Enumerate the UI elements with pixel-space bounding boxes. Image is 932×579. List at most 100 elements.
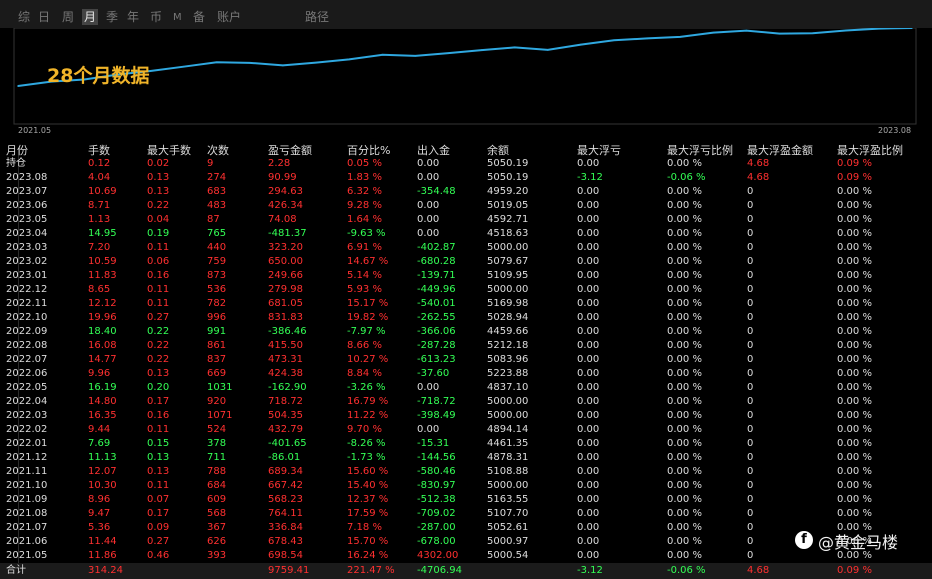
table-row[interactable]: 持仓 0.12 0.02 9 2.28 0.05 % 0.00 5050.19 0.00 0.00… bbox=[0, 157, 932, 171]
cell-pct: -9.63 % bbox=[347, 228, 386, 239]
table-row[interactable]: 2022.06 9.96 0.13 669 424.38 8.84 % -37.60 5223… bbox=[0, 367, 932, 381]
table-row[interactable]: 2022.03 16.35 0.16 1071 504.35 11.22 % -398.49… bbox=[0, 409, 932, 423]
table-row[interactable]: 2021.09 8.96 0.07 609 568.23 12.37 % -512.38 51… bbox=[0, 493, 932, 507]
table-row[interactable]: 2023.07 10.69 0.13 683 294.63 6.32 % -354.48 49… bbox=[0, 185, 932, 199]
cell-lots: 7.20 bbox=[88, 242, 111, 253]
table-row[interactable]: 2023.02 10.59 0.06 759 650.00 14.67 % -680.28 5… bbox=[0, 255, 932, 269]
tab-9[interactable]: 账户 bbox=[217, 9, 241, 25]
table-row[interactable]: 2022.04 14.80 0.17 920 718.72 16.79 % -718.72 5… bbox=[0, 395, 932, 409]
table-row[interactable]: 2023.05 1.13 0.04 87 74.08 1.64 % 0.00 4592.71 0… bbox=[0, 213, 932, 227]
col-header-3[interactable]: 次数 bbox=[207, 142, 229, 158]
cell-balance: 4459.66 bbox=[487, 326, 529, 337]
table-row[interactable]: 2023.04 14.95 0.19 765 -481.37 -9.63 % 0.00 451… bbox=[0, 227, 932, 241]
total-pnl: 9759.41 bbox=[268, 565, 310, 576]
col-header-10[interactable]: 最大浮盈金额 bbox=[747, 142, 813, 158]
cell-flow: -680.28 bbox=[417, 256, 456, 267]
total-max_fp: 4.68 bbox=[747, 565, 770, 576]
table-row[interactable]: 2021.11 12.07 0.13 788 689.34 15.60 % -580.46 5… bbox=[0, 465, 932, 479]
col-header-4[interactable]: 盈亏金额 bbox=[268, 142, 312, 158]
tab-0[interactable]: 综 bbox=[18, 9, 30, 25]
cell-max_dd: 0.00 bbox=[577, 452, 600, 463]
table-row[interactable]: 2022.12 8.65 0.11 536 279.98 5.93 % -449.96 500… bbox=[0, 283, 932, 297]
table-row[interactable]: 2022.09 18.40 0.22 991 -386.46 -7.97 % -366.06… bbox=[0, 325, 932, 339]
table-row[interactable]: 2021.06 11.44 0.27 626 678.43 15.70 % -678.00 5… bbox=[0, 535, 932, 549]
tab-7[interactable]: M bbox=[173, 10, 182, 26]
table-row[interactable]: 2022.10 19.96 0.27 996 831.83 19.82 % -262.55 5… bbox=[0, 311, 932, 325]
cell-month: 2022.04 bbox=[6, 396, 48, 407]
col-header-2[interactable]: 最大手数 bbox=[147, 142, 191, 158]
cell-pnl: 432.79 bbox=[268, 424, 303, 435]
cell-max_dd: 0.00 bbox=[577, 242, 600, 253]
table-row[interactable]: 2022.02 9.44 0.11 524 432.79 9.70 % 0.00 4894.1… bbox=[0, 423, 932, 437]
cell-pct: 12.37 % bbox=[347, 494, 389, 505]
cell-max_fp_pct: 0.00 % bbox=[837, 298, 872, 309]
col-header-7[interactable]: 余额 bbox=[487, 142, 509, 158]
cell-count: 711 bbox=[207, 452, 227, 463]
cell-month: 2021.06 bbox=[6, 536, 48, 547]
col-header-8[interactable]: 最大浮亏 bbox=[577, 142, 621, 158]
cell-balance: 5212.18 bbox=[487, 340, 529, 351]
cell-pnl: 568.23 bbox=[268, 494, 303, 505]
cell-flow: -709.02 bbox=[417, 508, 456, 519]
tab-5[interactable]: 年 bbox=[127, 9, 139, 25]
total-flow: -4706.94 bbox=[417, 565, 462, 576]
table-row[interactable]: 2023.01 11.83 0.16 873 249.66 5.14 % -139.71 51… bbox=[0, 269, 932, 283]
tab-6[interactable]: 币 bbox=[150, 9, 162, 25]
table-row[interactable]: 2022.07 14.77 0.22 837 473.31 10.27 % -613.23 5… bbox=[0, 353, 932, 367]
cell-count: 367 bbox=[207, 522, 227, 533]
cell-max_dd_pct: 0.00 % bbox=[667, 326, 702, 337]
equity-point bbox=[248, 62, 251, 64]
col-header-6[interactable]: 出入金 bbox=[417, 142, 450, 158]
cell-max_fp: 0 bbox=[747, 550, 754, 561]
tab-4[interactable]: 季 bbox=[106, 9, 118, 25]
equity-point bbox=[414, 55, 417, 57]
col-header-1[interactable]: 手数 bbox=[88, 142, 110, 158]
cell-pnl: 667.42 bbox=[268, 480, 303, 491]
cell-count: 861 bbox=[207, 340, 227, 351]
cell-max_dd: 0.00 bbox=[577, 466, 600, 477]
cell-count: 991 bbox=[207, 326, 227, 337]
cell-flow: -540.01 bbox=[417, 298, 456, 309]
cell-max_lots: 0.11 bbox=[147, 424, 170, 435]
col-header-5[interactable]: 百分比% bbox=[347, 142, 390, 158]
table-row[interactable]: 2022.05 16.19 0.20 1031 -162.90 -3.26 % 0.00 48… bbox=[0, 381, 932, 395]
equity-point bbox=[613, 39, 615, 42]
cell-max_fp: 0 bbox=[747, 270, 754, 281]
tab-2[interactable]: 周 bbox=[62, 9, 74, 25]
cell-lots: 12.07 bbox=[88, 466, 117, 477]
table-row[interactable]: 2021.08 9.47 0.17 568 764.11 17.59 % -709.02 51… bbox=[0, 507, 932, 521]
table-row[interactable]: 2021.07 5.36 0.09 367 336.84 7.18 % -287.00 505… bbox=[0, 521, 932, 535]
tab-3[interactable]: 月 bbox=[82, 9, 99, 25]
table-row[interactable]: 2021.12 11.13 0.13 711 -86.01 -1.73 % -144.56 4… bbox=[0, 451, 932, 465]
cell-max_dd: -3.12 bbox=[577, 172, 603, 183]
tab-10[interactable]: 路径 bbox=[305, 9, 329, 25]
cell-month: 2022.05 bbox=[6, 382, 48, 393]
cell-pct: 15.70 % bbox=[347, 536, 389, 547]
col-header-9[interactable]: 最大浮亏比例 bbox=[667, 142, 733, 158]
cell-max_dd: 0.00 bbox=[577, 494, 600, 505]
table-row[interactable]: 2023.03 7.20 0.11 440 323.20 6.91 % -402.87 500… bbox=[0, 241, 932, 255]
cell-max_dd_pct: 0.00 % bbox=[667, 284, 702, 295]
cell-max_dd: 0.00 bbox=[577, 480, 600, 491]
cell-pnl: -162.90 bbox=[268, 382, 307, 393]
cell-pct: 17.59 % bbox=[347, 508, 389, 519]
table-row[interactable]: 2021.10 10.30 0.11 684 667.42 15.40 % -830.97 5… bbox=[0, 479, 932, 493]
cell-max_dd_pct: -0.06 % bbox=[667, 172, 706, 183]
cell-month: 2021.12 bbox=[6, 452, 48, 463]
table-row[interactable]: 2022.11 12.12 0.11 782 681.05 15.17 % -540.01 5… bbox=[0, 297, 932, 311]
table-row[interactable]: 2023.06 8.71 0.22 483 426.34 9.28 % 0.00 5019.0… bbox=[0, 199, 932, 213]
tab-1[interactable]: 日 bbox=[38, 9, 50, 25]
tab-8[interactable]: 备 bbox=[193, 9, 205, 25]
cell-flow: -449.96 bbox=[417, 284, 456, 295]
equity-point bbox=[215, 61, 218, 64]
table-row[interactable]: 2023.08 4.04 0.13 274 90.99 1.83 % 0.00 5050.19… bbox=[0, 171, 932, 185]
cell-lots: 8.65 bbox=[88, 284, 111, 295]
col-header-11[interactable]: 最大浮盈比例 bbox=[837, 142, 903, 158]
table-row[interactable]: 2022.08 16.08 0.22 861 415.50 8.66 % -287.28 52… bbox=[0, 339, 932, 353]
table-row[interactable]: 2021.05 11.86 0.46 393 698.54 16.24 % 4302.00 5… bbox=[0, 549, 932, 563]
table-row[interactable]: 2022.01 7.69 0.15 378 -401.65 -8.26 % -15.31 44… bbox=[0, 437, 932, 451]
col-header-0[interactable]: 月份 bbox=[6, 142, 28, 158]
x-axis-start-label: 2021.05 bbox=[18, 126, 52, 135]
cell-balance: 5169.98 bbox=[487, 298, 529, 309]
cell-flow: 0.00 bbox=[417, 200, 440, 211]
